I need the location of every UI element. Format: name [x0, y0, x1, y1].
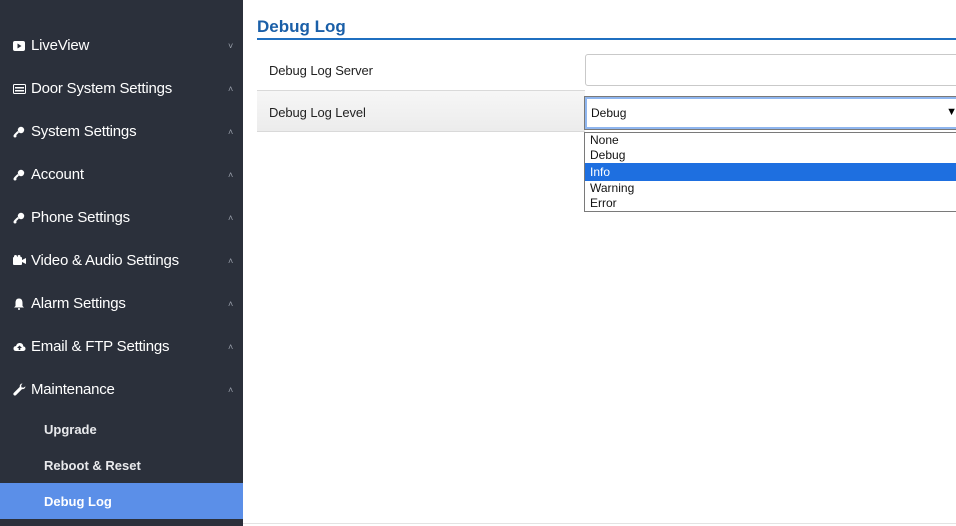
option-none[interactable]: None: [585, 133, 956, 148]
sidebar-item-label: Door System Settings: [31, 80, 173, 97]
key-icon: [12, 211, 26, 225]
wrench-icon: [12, 383, 26, 397]
chevron-up-icon: ˄: [227, 298, 233, 309]
sidebar-item-alarm-settings[interactable]: Alarm Settings ˄: [0, 282, 243, 325]
sidebar-item-label: LiveView: [31, 37, 90, 54]
debug-log-server-input[interactable]: [585, 54, 956, 86]
sidebar-item-label: Video & Audio Settings: [31, 252, 179, 269]
key-icon: [12, 168, 26, 182]
sidebar-item-account[interactable]: Account ˄: [0, 153, 243, 196]
debug-log-level-label: Debug Log Level: [269, 105, 366, 120]
sidebar-item-label: System Settings: [31, 123, 137, 140]
option-info[interactable]: Info: [585, 163, 956, 181]
sidebar-item-content: Video & Audio Settings: [12, 252, 179, 269]
dropdown-arrow-icon: ▼: [946, 106, 956, 118]
chevron-up-icon: ˄: [227, 126, 233, 137]
title-divider: [257, 38, 956, 40]
sidebar-subitem-upgrade[interactable]: Upgrade: [0, 411, 243, 447]
sidebar-item-label: Phone Settings: [31, 209, 130, 226]
bell-icon: [12, 297, 26, 311]
door-panel-icon: [12, 82, 26, 96]
sidebar-item-content: Email & FTP Settings: [12, 338, 169, 355]
chevron-up-icon: ˄: [227, 83, 233, 94]
sidebar-item-content: Phone Settings: [12, 209, 130, 226]
main-content: Debug Log Debug Log Server Debug Log Lev…: [243, 0, 956, 526]
option-warning[interactable]: Warning: [585, 181, 956, 196]
select-value: Debug: [591, 106, 627, 120]
chevron-up-icon: ˄: [227, 341, 233, 352]
chevron-up-icon: ˄: [227, 169, 233, 180]
debug-log-level-dropdown: None Debug Info Warning Error: [584, 132, 956, 212]
camera-icon: [12, 254, 26, 268]
sidebar-subitem-debug-log[interactable]: Debug Log: [0, 483, 243, 519]
sidebar-top-spacer: [0, 0, 243, 24]
video-icon: [12, 39, 26, 53]
sidebar-item-label: Alarm Settings: [31, 295, 126, 312]
sidebar-item-content: Maintenance: [12, 381, 115, 398]
page-title: Debug Log: [257, 17, 346, 36]
sidebar-item-video-audio-settings[interactable]: Video & Audio Settings ˄: [0, 239, 243, 282]
sidebar-item-content: Account: [12, 166, 84, 183]
chevron-up-icon: ˄: [227, 212, 233, 223]
sidebar-item-email-ftp-settings[interactable]: Email & FTP Settings ˄: [0, 325, 243, 368]
option-error[interactable]: Error: [585, 196, 956, 211]
sidebar-item-label: Maintenance: [31, 381, 115, 398]
sidebar-item-door-system-settings[interactable]: Door System Settings ˄: [0, 67, 243, 110]
debug-log-level-select[interactable]: Debug ▼: [584, 96, 956, 130]
sidebar-item-content: System Settings: [12, 123, 137, 140]
cloud-icon: [12, 340, 26, 354]
sidebar-item-system-settings[interactable]: System Settings ˄: [0, 110, 243, 153]
sidebar-item-liveview[interactable]: LiveView ˅: [0, 24, 243, 67]
option-debug[interactable]: Debug: [585, 148, 956, 163]
sidebar-item-content: Alarm Settings: [12, 295, 126, 312]
debug-log-server-label: Debug Log Server: [269, 63, 373, 78]
sidebar-item-content: Door System Settings: [12, 80, 172, 97]
sidebar-item-label: Account: [31, 166, 84, 183]
chevron-up-icon: ˄: [227, 384, 233, 395]
sidebar-item-maintenance[interactable]: Maintenance ˄: [0, 368, 243, 411]
key-icon: [12, 125, 26, 139]
sidebar: LiveView ˅ Door System Settings ˄ System…: [0, 0, 243, 526]
sidebar-item-label: Email & FTP Settings: [31, 338, 170, 355]
chevron-up-icon: ˄: [227, 255, 233, 266]
chevron-down-icon: ˅: [227, 40, 233, 51]
footer-divider: [243, 523, 956, 524]
sidebar-item-phone-settings[interactable]: Phone Settings ˄: [0, 196, 243, 239]
sidebar-item-content: LiveView: [12, 37, 89, 54]
sidebar-subitem-reboot-reset[interactable]: Reboot & Reset: [0, 447, 243, 483]
